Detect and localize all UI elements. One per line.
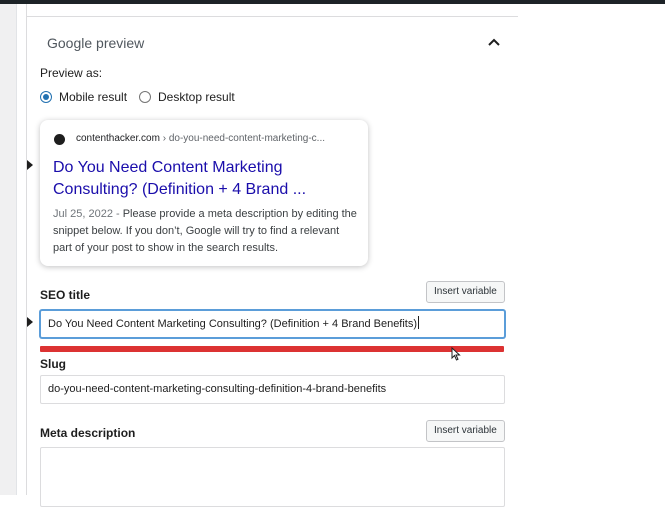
left-gutter <box>0 4 17 495</box>
slug-label: Slug <box>40 357 66 371</box>
meta-description-textarea[interactable] <box>40 447 505 507</box>
seo-title-label: SEO title <box>40 288 91 302</box>
snippet-date: Jul 25, 2022 <box>53 208 113 220</box>
snippet-separator: - <box>112 208 123 220</box>
radio-label: Mobile result <box>59 90 128 104</box>
snippet-path: › do-you-need-content-marketing-c... <box>159 133 326 144</box>
radio-mobile-result[interactable]: Mobile result <box>40 90 127 104</box>
radio-button-checked[interactable] <box>40 91 52 103</box>
slug-value: do-you-need-content-marketing-consulting… <box>48 383 387 395</box>
panel-divider <box>26 16 518 17</box>
slug-input[interactable]: do-you-need-content-marketing-consulting… <box>40 375 505 404</box>
seo-title-value: Do You Need Content Marketing Consulting… <box>48 318 418 330</box>
site-favicon-icon <box>54 134 65 145</box>
radio-label: Desktop result <box>158 90 235 104</box>
meta-description-label: Meta description <box>40 426 136 440</box>
section-title: Google preview <box>47 35 145 51</box>
preview-as-label: Preview as: <box>40 66 103 80</box>
radio-button[interactable] <box>139 91 151 103</box>
snippet-title[interactable]: Do You Need Content Marketing Consulting… <box>53 157 353 201</box>
radio-desktop-result[interactable]: Desktop result <box>139 90 235 104</box>
insert-variable-button[interactable]: Insert variable <box>426 420 505 442</box>
snippet-description-block: Jul 25, 2022 - Please provide a meta des… <box>53 206 358 257</box>
insert-variable-button[interactable]: Insert variable <box>426 281 505 303</box>
seo-title-length-progress <box>40 346 504 352</box>
right-blank-area <box>518 4 665 495</box>
caret-right-icon <box>27 160 33 170</box>
snippet-breadcrumb: contenthacker.com › do-you-need-content-… <box>76 133 325 144</box>
caret-right-icon <box>27 317 33 327</box>
text-caret <box>418 316 420 329</box>
seo-title-input[interactable]: Do You Need Content Marketing Consulting… <box>40 310 505 338</box>
google-snippet-card: contenthacker.com › do-you-need-content-… <box>40 120 368 266</box>
snippet-site: contenthacker.com <box>76 133 160 144</box>
mouse-cursor-icon <box>451 346 461 366</box>
chevron-up-icon[interactable] <box>487 35 501 49</box>
